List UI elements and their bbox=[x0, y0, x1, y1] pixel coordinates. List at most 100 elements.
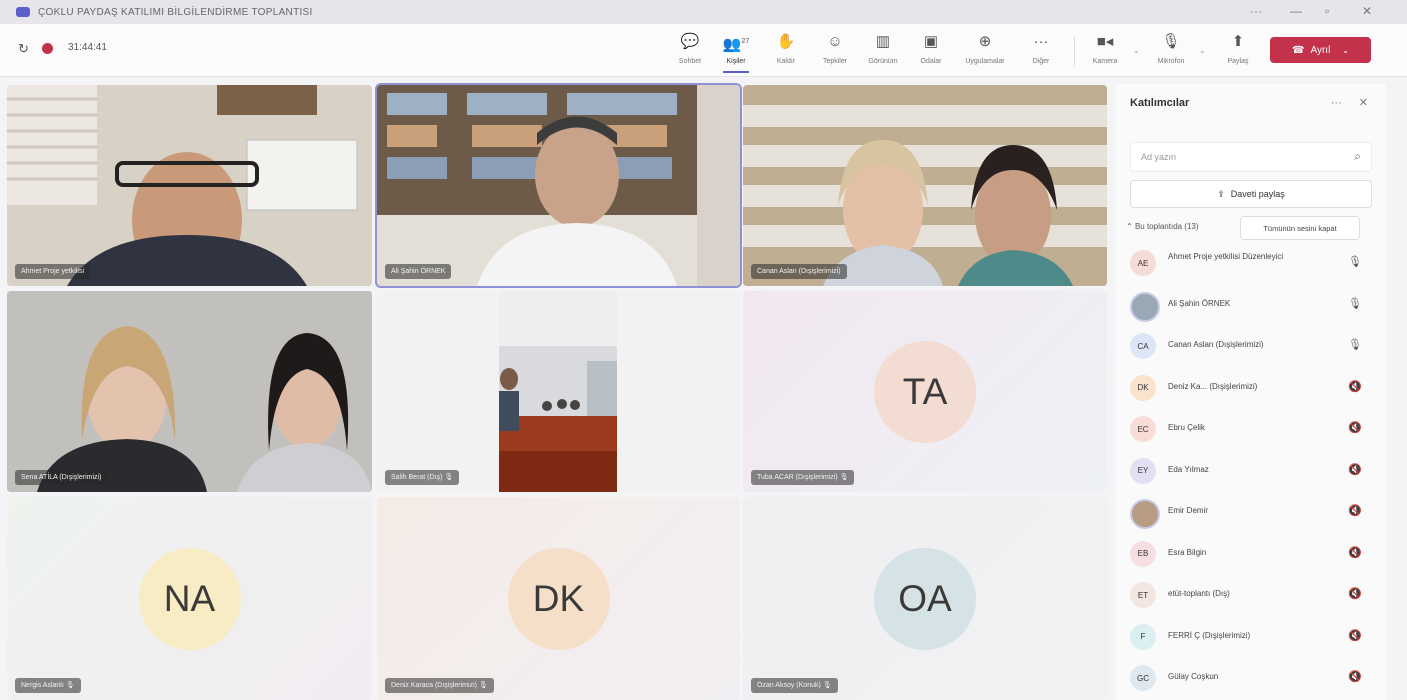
participant-list-item[interactable]: Ali Şahin ÖRNEK 🎙 bbox=[1130, 290, 1374, 322]
participant-name: Ali Şahin ÖRNEK bbox=[385, 264, 452, 279]
participant-list-item[interactable]: F FERRİ Ç (Dışişlerimizi) 🔇 bbox=[1130, 622, 1374, 652]
avatar-tile[interactable]: OA Ozan Aksoy (Konuk) 🎙 bbox=[743, 497, 1107, 700]
rooms-button[interactable]: ▣ Odalar bbox=[908, 32, 954, 65]
view-button[interactable]: ▥ Görünüm bbox=[860, 32, 906, 65]
muted-mic-icon: 🔇 bbox=[1348, 463, 1362, 476]
participant-name: etüt-toplantı (Dış) bbox=[1168, 589, 1230, 598]
more-icon: ··· bbox=[1033, 33, 1049, 50]
participant-list-item[interactable]: EC Ebru Çelik 🔇 bbox=[1130, 414, 1374, 444]
camera-button[interactable]: ■◂ Kamera bbox=[1082, 32, 1128, 65]
participant-list-item[interactable]: Emir Demir 🔇 bbox=[1130, 497, 1374, 529]
participant-avatar: GC bbox=[1130, 665, 1156, 691]
panel-header-actions: ··· ✕ bbox=[1331, 96, 1368, 109]
avatar-tile[interactable]: TA Tuba ACAR (Dışişlerimizi) 🎙 bbox=[743, 291, 1107, 492]
mic-options-chevron-icon[interactable]: ⌄ bbox=[1199, 46, 1206, 55]
mic-icon: 🎙 bbox=[1348, 256, 1362, 268]
participant-name: FERRİ Ç (Dışişlerimizi) bbox=[1168, 630, 1251, 640]
in-meeting-section[interactable]: ⌃ Bu toplantıda (13) bbox=[1126, 222, 1199, 231]
share-invite-icon: ⇪ bbox=[1217, 188, 1225, 199]
video-tile[interactable]: Salih Berat (Dış) 🎙 bbox=[377, 291, 740, 492]
more-window-icon[interactable]: ··· bbox=[1250, 4, 1262, 18]
section-chevron-icon: ⌃ bbox=[1126, 222, 1133, 231]
participant-name: Ahmet Proje yetkilisi Düzenleyici bbox=[1168, 252, 1284, 261]
participant-list-item[interactable]: ET etüt-toplantı (Dış) 🔇 bbox=[1130, 580, 1374, 610]
mute-all-label: Tümünün sesini kapat bbox=[1263, 223, 1337, 233]
participant-list-item[interactable]: CA Canan Aslan (Dışişlerimizi) 🎙 bbox=[1130, 331, 1374, 361]
participant-name: Sena ATİLA (Dışişlerimizi) bbox=[15, 470, 108, 485]
panel-more-icon[interactable]: ··· bbox=[1331, 97, 1342, 109]
panel-title: Katılımcılar bbox=[1130, 97, 1190, 109]
minimize-icon[interactable]: — bbox=[1290, 4, 1302, 18]
participant-list-item[interactable]: GC Gülay Coşkun 🔇 bbox=[1130, 663, 1374, 693]
participant-avatar: DK bbox=[1130, 374, 1156, 401]
participant-name: Deniz Karaca (Dışişlerimizi) 🎙 bbox=[385, 678, 494, 693]
participant-name: Canan Aslan (Dışişlerimizi) bbox=[1168, 340, 1264, 349]
participant-avatar: DK bbox=[507, 547, 610, 650]
leave-options-chevron-icon[interactable]: ⌄ bbox=[1342, 46, 1349, 55]
participant-name: Gülay Coşkun bbox=[1168, 672, 1219, 681]
participant-list-item[interactable]: AE Ahmet Proje yetkilisi Düzenleyici 🎙 bbox=[1130, 248, 1374, 278]
mic-icon: 🎙 bbox=[1161, 33, 1181, 50]
participant-avatar: OA bbox=[874, 547, 976, 650]
avatar-tile[interactable]: NA Nergis Aslanlı 🎙 bbox=[7, 497, 372, 700]
mic-icon: 🎙 bbox=[1348, 297, 1362, 310]
participant-name: Salih Berat (Dış) 🎙 bbox=[385, 470, 460, 485]
close-icon[interactable]: ✕ bbox=[1362, 4, 1372, 18]
view-label: Görünüm bbox=[868, 58, 898, 65]
leave-button[interactable]: ☎ Ayrıl ⌄ bbox=[1270, 37, 1371, 63]
participant-search-input[interactable]: Ad yazın ⌕ bbox=[1130, 142, 1372, 172]
participant-avatar: ET bbox=[1130, 582, 1156, 608]
participant-name: Tuba ACAR (Dışişlerimizi) 🎙 bbox=[751, 470, 855, 485]
mute-all-button[interactable]: Tümünün sesini kapat bbox=[1240, 216, 1360, 240]
participant-list-item[interactable]: EY Eda Yılmaz 🔇 bbox=[1130, 456, 1374, 486]
participant-name: Deniz Ka... (Dışişlerimizi) bbox=[1168, 381, 1258, 391]
video-tile[interactable]: Sena ATİLA (Dışişlerimizi) bbox=[7, 291, 372, 492]
more-button[interactable]: ··· Diğer bbox=[1018, 32, 1064, 65]
participant-avatar: EB bbox=[1130, 540, 1156, 567]
participant-name: Ahmet Proje yetkilisi bbox=[15, 264, 91, 279]
restore-icon[interactable]: ▫ bbox=[1325, 4, 1329, 18]
rooms-label: Odalar bbox=[920, 58, 942, 65]
rooms-icon: ▣ bbox=[923, 33, 939, 50]
share-invite-button[interactable]: ⇪ Daveti paylaş bbox=[1130, 180, 1372, 208]
apps-icon: ⊕ bbox=[978, 33, 992, 50]
camera-options-chevron-icon[interactable]: ⌄ bbox=[1133, 46, 1140, 55]
video-tile[interactable]: Canan Aslan (Dışişlerimizi) bbox=[743, 85, 1107, 286]
participant-name: Ali Şahin ÖRNEK bbox=[1168, 298, 1231, 308]
apps-button[interactable]: ⊕ Uygulamalar bbox=[962, 32, 1008, 65]
participant-avatar: TA bbox=[874, 340, 976, 443]
panel-close-icon[interactable]: ✕ bbox=[1359, 97, 1368, 109]
avatar-tile[interactable]: DK Deniz Karaca (Dışişlerimizi) 🎙 bbox=[377, 497, 740, 700]
people-button[interactable]: 👥27 Kişiler bbox=[713, 32, 759, 73]
participant-list-item[interactable]: EB Esra Bilgin 🔇 bbox=[1130, 539, 1374, 569]
people-label: Kişiler bbox=[726, 58, 746, 65]
chat-button[interactable]: 💬 Sohbet bbox=[667, 32, 713, 65]
muted-mic-icon: 🔇 bbox=[1348, 588, 1362, 600]
participant-name: Ozan Aksoy (Konuk) 🎙 bbox=[751, 678, 838, 693]
muted-mic-icon: 🔇 bbox=[1348, 546, 1362, 559]
mic-icon: 🎙 bbox=[1348, 339, 1362, 351]
muted-mic-icon: 🎙 bbox=[478, 682, 488, 689]
participant-avatar: EC bbox=[1130, 416, 1156, 442]
video-tile[interactable]: Ahmet Proje yetkilisi bbox=[7, 85, 372, 286]
participant-list-item[interactable]: DK Deniz Ka... (Dışişlerimizi) 🔇 bbox=[1130, 373, 1374, 403]
participant-video bbox=[743, 85, 1107, 286]
raise-hand-button[interactable]: ✋ Kaldır bbox=[763, 32, 809, 65]
reactions-button[interactable]: ☺ Tepkiler bbox=[812, 32, 858, 65]
leave-label: Ayrıl bbox=[1310, 44, 1331, 56]
share-label: Paylaş bbox=[1227, 58, 1249, 65]
muted-mic-icon: 🎙 bbox=[65, 682, 75, 689]
muted-mic-icon: 🔇 bbox=[1348, 629, 1362, 642]
participant-video bbox=[7, 291, 372, 492]
search-icon: ⌕ bbox=[1354, 149, 1361, 163]
chat-icon: 💬 bbox=[680, 33, 700, 50]
mic-button[interactable]: 🎙 Mikrofon bbox=[1148, 32, 1194, 65]
video-tile-active-speaker[interactable]: Ali Şahin ÖRNEK bbox=[375, 83, 742, 288]
people-count-badge: 27 bbox=[741, 38, 750, 45]
reactions-icon: ☺ bbox=[827, 33, 843, 50]
participant-video bbox=[377, 85, 740, 286]
participant-name: Emir Demir bbox=[1168, 506, 1208, 515]
participant-avatar: F bbox=[1130, 623, 1156, 650]
reactions-label: Tepkiler bbox=[822, 58, 848, 65]
share-button[interactable]: ⬆ Paylaş bbox=[1215, 32, 1261, 65]
